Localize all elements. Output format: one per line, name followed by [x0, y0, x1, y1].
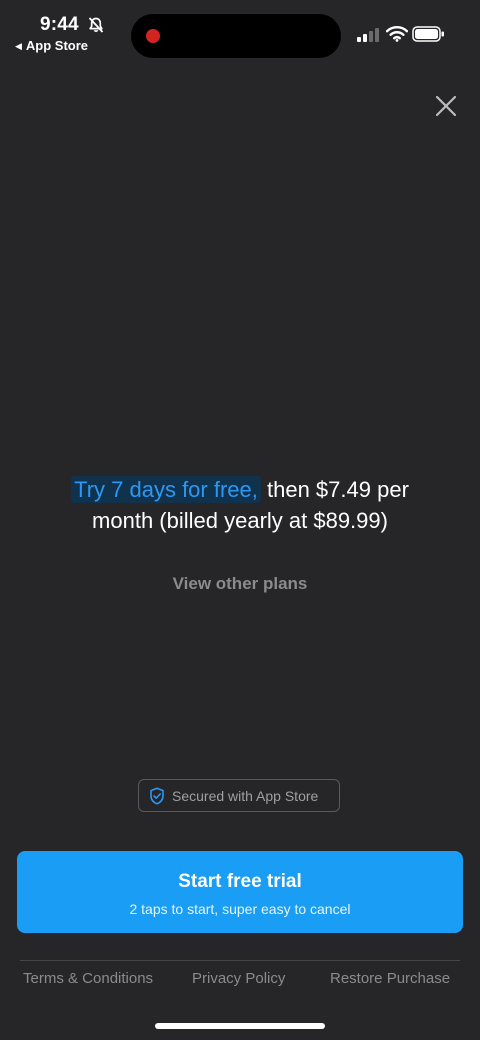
home-indicator[interactable] — [155, 1023, 325, 1029]
terms-link[interactable]: Terms & Conditions — [23, 970, 153, 987]
offer-text: Try 7 days for free, then $7.49 per mont… — [20, 474, 460, 536]
status-time: 9:44 — [40, 14, 79, 35]
cellular-signal-icon — [357, 28, 379, 42]
bell-slash-icon — [88, 17, 104, 33]
start-free-trial-button[interactable]: Start free trial 2 taps to start, super … — [17, 851, 463, 933]
free-trial-highlight: Try 7 days for free, — [71, 476, 261, 503]
cta-title: Start free trial — [178, 871, 302, 892]
footer-divider — [20, 960, 460, 961]
offer-price-line-2: month (billed yearly at $89.99) — [92, 508, 388, 533]
secured-label: Secured with App Store — [172, 787, 319, 804]
back-to-app-store-link[interactable]: ◀ App Store — [15, 38, 88, 53]
back-app-label: App Store — [25, 38, 89, 53]
cta-subtitle: 2 taps to start, super easy to cancel — [129, 901, 351, 917]
privacy-policy-link[interactable]: Privacy Policy — [192, 970, 285, 987]
back-triangle-icon: ◀ — [15, 41, 22, 51]
view-other-plans-link[interactable]: View other plans — [0, 574, 480, 594]
status-bar: 9:44 ◀ App Store — [0, 0, 480, 62]
wifi-icon — [386, 26, 408, 42]
secured-badge: Secured with App Store — [138, 779, 340, 812]
battery-icon — [412, 26, 444, 42]
shield-check-icon — [150, 786, 164, 805]
offer-price-line-1: then $7.49 per — [260, 477, 409, 502]
dynamic-island — [131, 14, 341, 58]
restore-purchase-link[interactable]: Restore Purchase — [330, 970, 450, 987]
close-icon[interactable] — [433, 93, 459, 119]
recording-indicator-icon — [146, 29, 160, 43]
